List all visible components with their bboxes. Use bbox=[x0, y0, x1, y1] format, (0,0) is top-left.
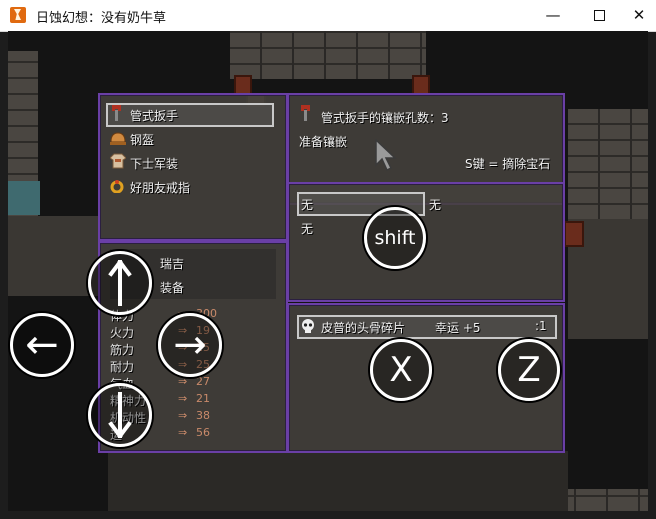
title-bar: 日蚀幻想：没有奶牛草 — ✕ bbox=[0, 0, 656, 32]
down-arrow-icon bbox=[91, 386, 149, 444]
left-arrow-button[interactable]: ← bbox=[10, 313, 74, 377]
equipment-item-label: 下士军装 bbox=[130, 157, 179, 171]
z-key-label: Z bbox=[517, 350, 541, 390]
character-name: 瑞吉 bbox=[160, 257, 185, 271]
scene-crate bbox=[564, 221, 584, 247]
equipment-panel: 管式扳手 钢盔 下士军装 好朋友戒指 bbox=[98, 93, 288, 241]
scene-wall bbox=[230, 31, 426, 79]
window-title: 日蚀幻想：没有奶牛草 bbox=[36, 11, 167, 26]
stat-value: 21 bbox=[196, 392, 210, 405]
equipment-item[interactable]: 下士军装 bbox=[108, 151, 278, 173]
scene-floor bbox=[8, 216, 98, 296]
stat-arrow: ⇒ bbox=[178, 392, 188, 405]
stat-value: 56 bbox=[196, 426, 210, 439]
gem-count: :1 bbox=[535, 319, 547, 333]
mouse-cursor-icon bbox=[375, 138, 397, 175]
slot-1-gem: 无 bbox=[429, 198, 442, 212]
shift-key-label: shift bbox=[374, 227, 416, 249]
scene-tile bbox=[8, 181, 40, 215]
x-key-label: X bbox=[389, 350, 413, 390]
stat-arrow: ⇒ bbox=[178, 426, 188, 439]
wrench-icon bbox=[299, 105, 313, 121]
equipment-item[interactable]: 好朋友戒指 bbox=[108, 175, 278, 197]
skull-icon bbox=[301, 318, 315, 333]
equipment-item-label: 钢盔 bbox=[130, 133, 155, 147]
right-arrow-button[interactable]: → bbox=[158, 313, 222, 377]
close-button[interactable]: ✕ bbox=[622, 0, 656, 31]
down-arrow-button[interactable] bbox=[88, 383, 152, 447]
stat-value: 38 bbox=[196, 409, 210, 422]
up-arrow-button[interactable] bbox=[88, 251, 152, 315]
shift-key-button[interactable]: shift bbox=[364, 207, 426, 269]
equipment-item-label: 好朋友戒指 bbox=[130, 181, 191, 195]
app-icon bbox=[10, 7, 26, 23]
gem-effect: 幸运 +5 bbox=[435, 321, 481, 335]
left-arrow-icon: ← bbox=[25, 322, 59, 368]
scene-floor bbox=[108, 451, 568, 511]
x-key-button[interactable]: X bbox=[370, 339, 432, 401]
gem-name: 皮普的头骨碎片 bbox=[321, 321, 406, 335]
helmet-icon bbox=[110, 131, 126, 145]
stat-arrow: ⇒ bbox=[178, 375, 188, 388]
equipment-item[interactable]: 钢盔 bbox=[108, 127, 278, 149]
slot-2[interactable]: 无 bbox=[301, 220, 313, 237]
slot-1[interactable]: 无 bbox=[301, 196, 313, 213]
uniform-icon bbox=[109, 153, 127, 169]
wrench-icon bbox=[110, 105, 124, 121]
socket-hint: S键 = 摘除宝石 bbox=[465, 157, 551, 171]
socket-status: 准备镶嵌 bbox=[299, 135, 348, 149]
game-viewport: 管式扳手 钢盔 下士军装 好朋友戒指 瑞吉 装备 体力 ⇒ 300 火力 ⇒ 1… bbox=[8, 31, 648, 511]
gem-item[interactable]: 皮普的头骨碎片 幸运 +5 :1 bbox=[299, 317, 553, 335]
socket-title: 管式扳手的镶嵌孔数：3 bbox=[321, 111, 449, 125]
stat-label: 耐力 bbox=[110, 360, 135, 374]
maximize-icon bbox=[593, 10, 605, 21]
maximize-button[interactable] bbox=[576, 0, 622, 31]
equipment-item[interactable]: 管式扳手 bbox=[108, 103, 278, 125]
slots-panel: 无 无 无 bbox=[287, 182, 565, 302]
minimize-button[interactable]: — bbox=[530, 0, 576, 31]
stat-value: 27 bbox=[196, 375, 210, 388]
scene-crate bbox=[412, 75, 430, 95]
z-key-button[interactable]: Z bbox=[498, 339, 560, 401]
up-arrow-icon bbox=[91, 254, 149, 312]
scene-wall bbox=[568, 109, 648, 219]
character-command[interactable]: 装备 bbox=[160, 279, 184, 296]
equipment-item-label: 管式扳手 bbox=[130, 109, 179, 123]
stat-label: 筋力 bbox=[110, 343, 135, 357]
ring-icon bbox=[110, 178, 124, 194]
stat-arrow: ⇒ bbox=[178, 409, 188, 422]
stat-label: 火力 bbox=[110, 326, 135, 340]
scene-crate bbox=[234, 75, 252, 95]
right-arrow-icon: → bbox=[173, 322, 207, 368]
